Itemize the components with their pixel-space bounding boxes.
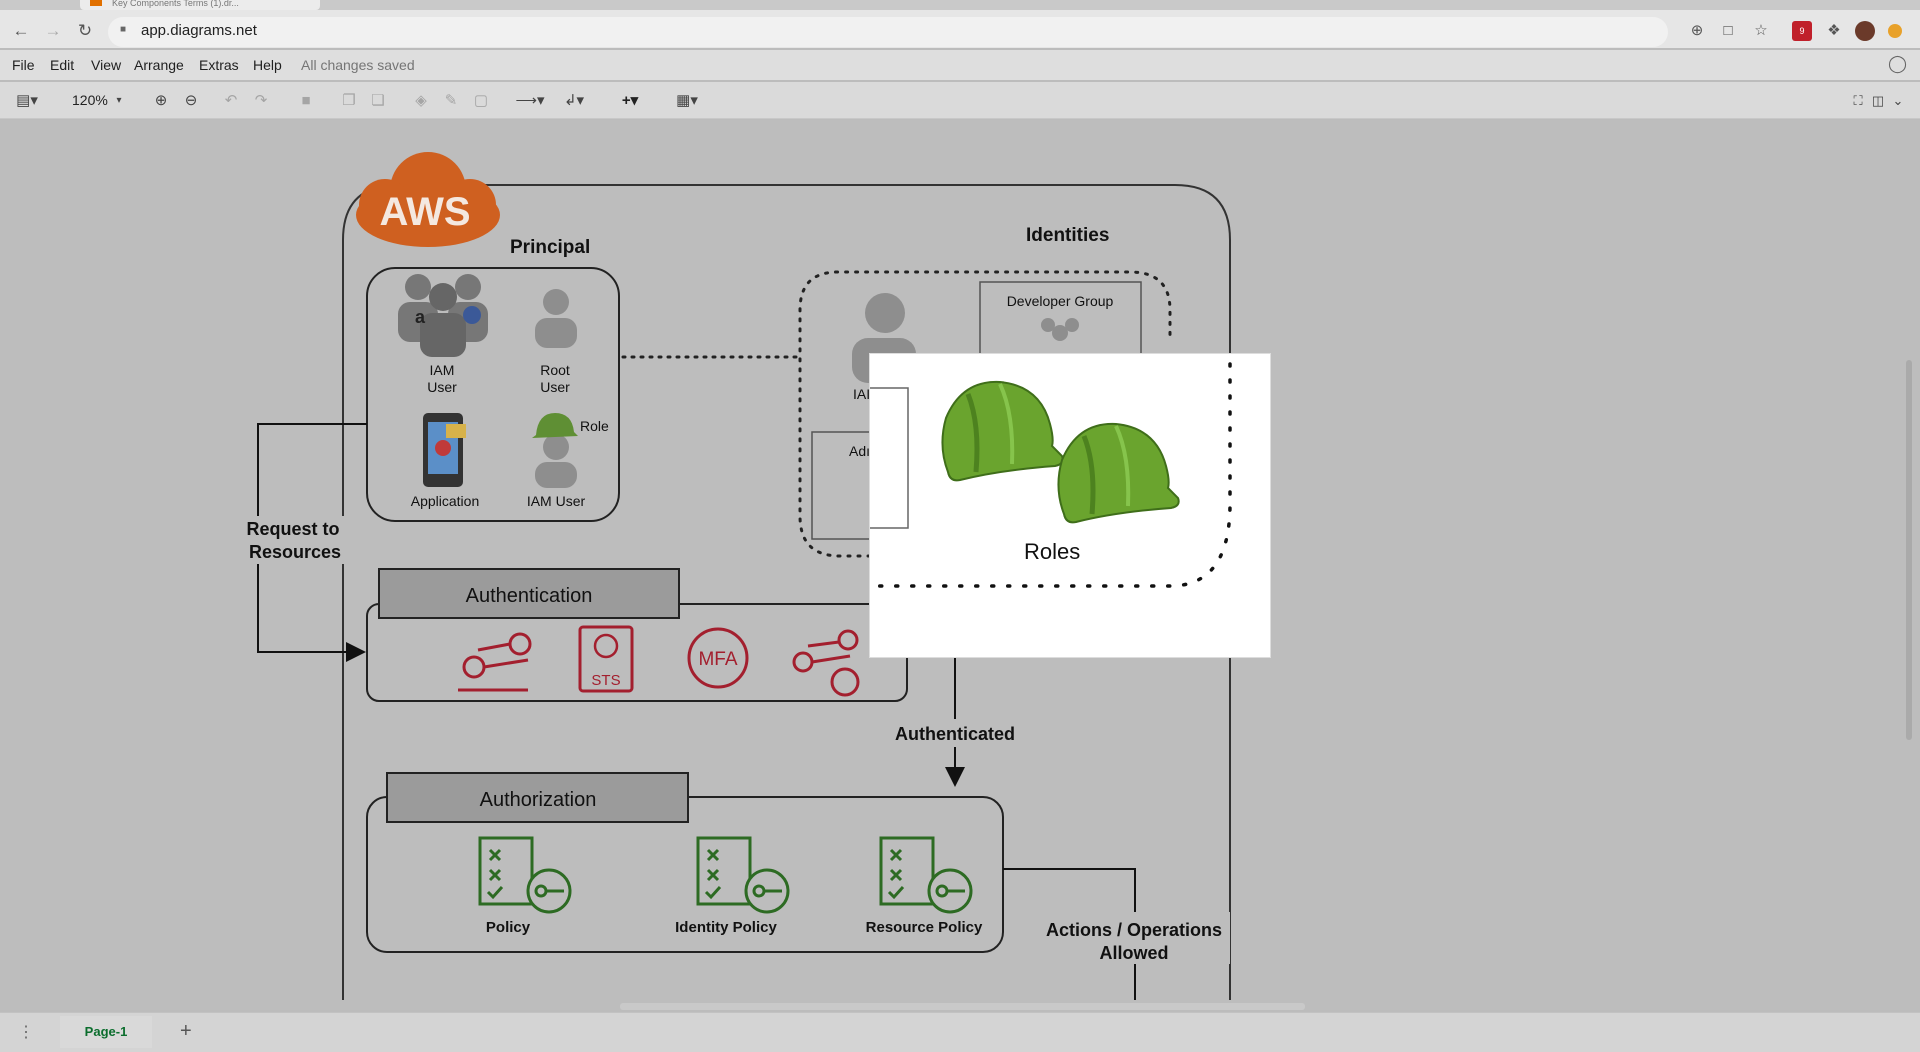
tab-page-1[interactable]: Page-1 bbox=[60, 1016, 152, 1048]
popup-admin-box-edge bbox=[867, 387, 909, 529]
request-label-line2: Resources bbox=[249, 542, 341, 562]
request-label-line1: Request to bbox=[246, 519, 339, 539]
iam-user-label-line1: IAM bbox=[430, 362, 455, 378]
role-user-icon bbox=[532, 413, 578, 488]
sts-text: STS bbox=[591, 672, 620, 689]
identity-iam-partial-label: IAI bbox=[853, 386, 870, 402]
resource-policy-label: Resource Policy bbox=[866, 919, 983, 936]
authentication-title: Authentication bbox=[466, 585, 593, 607]
root-user-label-line1: Root bbox=[540, 362, 570, 378]
mfa-icon: MFA bbox=[687, 627, 749, 689]
pages-menu-icon[interactable]: ⋮ bbox=[18, 1022, 34, 1042]
admin-group-partial-label: Adı bbox=[849, 443, 870, 459]
iam-user-label-line2: User bbox=[427, 379, 457, 395]
actions-label-line1: Actions / Operations bbox=[1046, 920, 1222, 940]
application-phone-icon bbox=[423, 413, 466, 487]
timed-keys-icon bbox=[792, 629, 860, 697]
authenticated-label: Authenticated bbox=[895, 724, 1015, 744]
roles-label: Roles bbox=[1024, 539, 1081, 564]
identities-title: Identities bbox=[1026, 225, 1109, 246]
policy-label: Policy bbox=[486, 919, 531, 936]
role-label: Role bbox=[580, 418, 609, 434]
roles-popup-drawing bbox=[867, 362, 1232, 588]
green-hard-hat-icon bbox=[941, 380, 1064, 482]
identity-policy-icon bbox=[696, 836, 790, 914]
access-keys-icon bbox=[458, 632, 532, 692]
page-bar bbox=[0, 1012, 1920, 1052]
sts-icon: STS bbox=[578, 625, 634, 693]
iam-users-group-icon: a bbox=[398, 274, 488, 357]
aws-cloud-logo: AWS bbox=[356, 152, 500, 247]
principal-title: Principal bbox=[510, 237, 590, 258]
aws-logo-text: AWS bbox=[379, 190, 470, 234]
roles-zoom-popup bbox=[867, 353, 1271, 658]
mfa-text: MFA bbox=[698, 649, 737, 670]
green-hard-hat-icon bbox=[1057, 422, 1180, 524]
identity-policy-label: Identity Policy bbox=[675, 919, 777, 936]
add-page-button[interactable]: + bbox=[180, 1020, 192, 1043]
developer-group-icon bbox=[1041, 318, 1079, 341]
resource-policy-icon bbox=[879, 836, 973, 914]
policy-icon bbox=[478, 836, 572, 914]
actions-label-line2: Allowed bbox=[1099, 943, 1168, 963]
authorization-title: Authorization bbox=[480, 789, 597, 811]
developer-group-label: Developer Group bbox=[1007, 293, 1114, 309]
root-user-icon bbox=[535, 289, 577, 348]
iam-user-role-label: IAM User bbox=[527, 493, 586, 509]
root-user-label-line2: User bbox=[540, 379, 570, 395]
svg-text:a: a bbox=[415, 307, 426, 327]
application-label: Application bbox=[411, 493, 480, 509]
